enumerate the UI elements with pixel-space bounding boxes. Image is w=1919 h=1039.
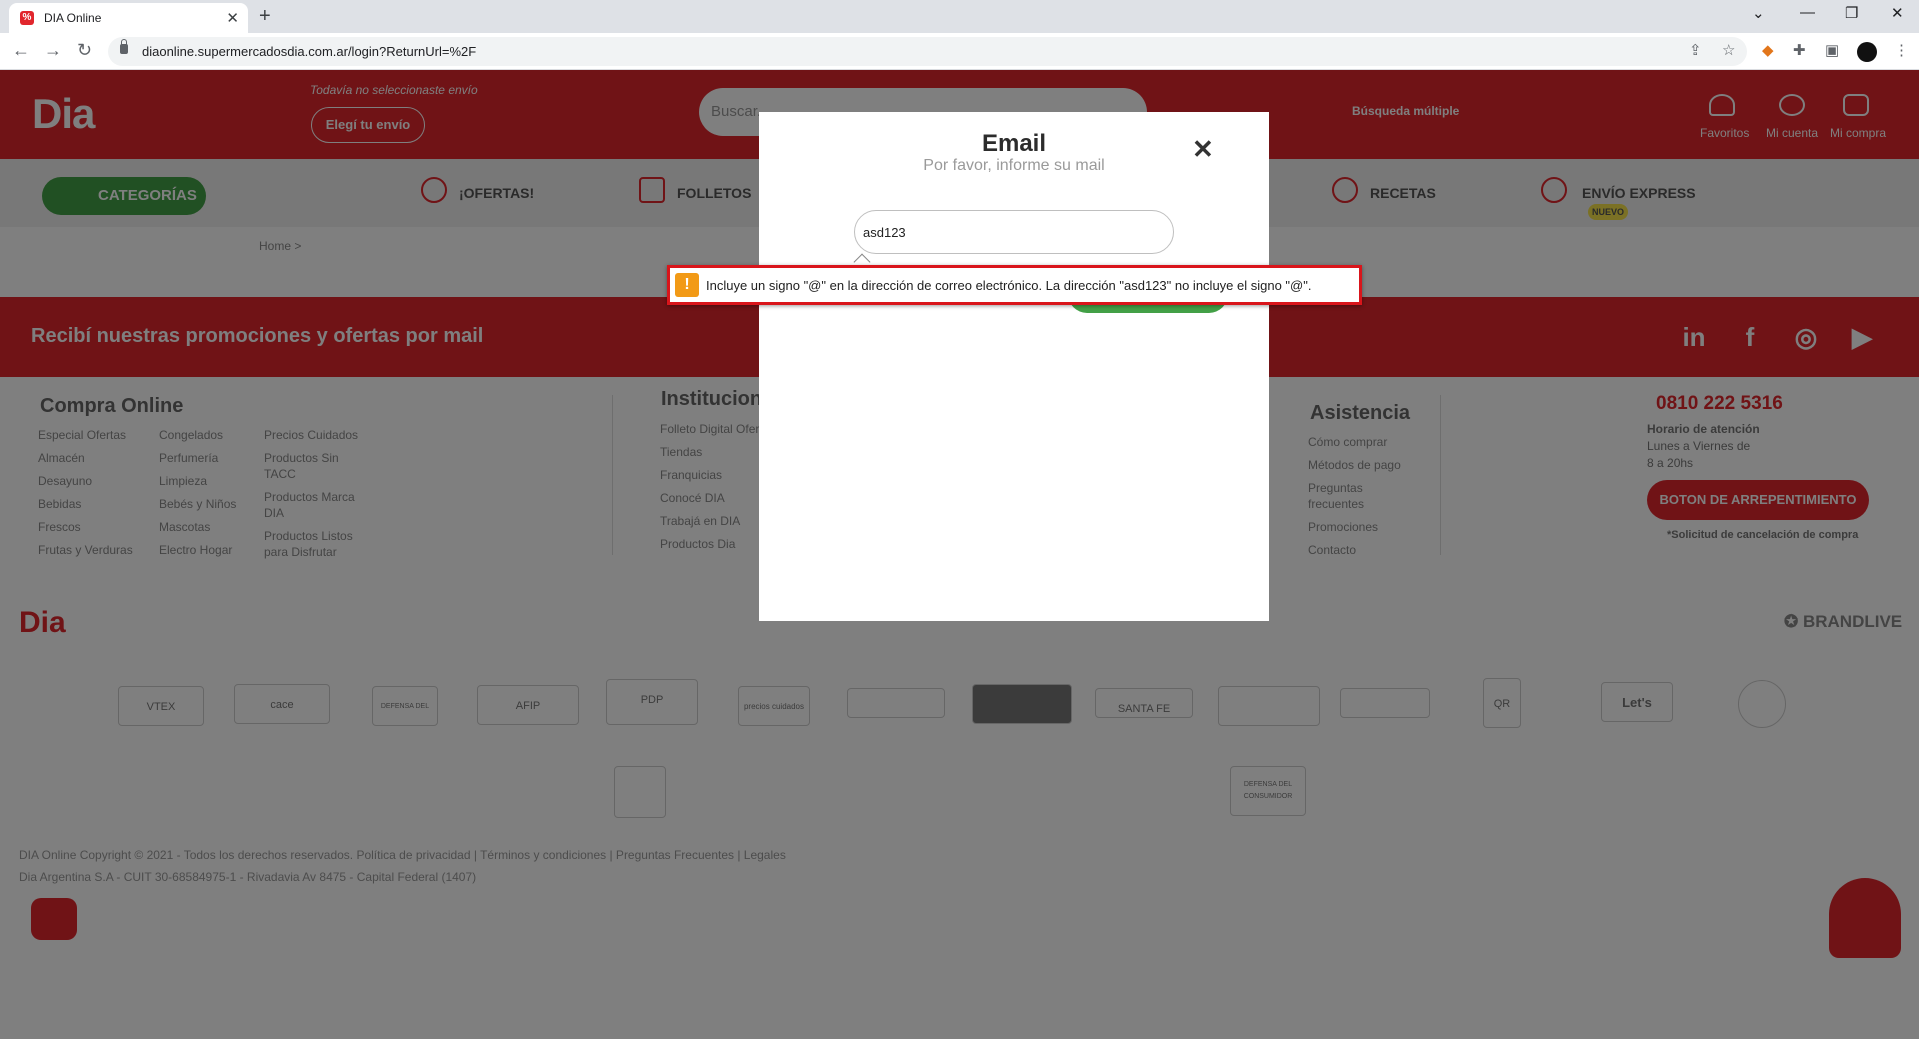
- star-icon[interactable]: ☆: [1722, 41, 1735, 59]
- new-tab-button[interactable]: +: [259, 5, 271, 28]
- close-icon[interactable]: ✕: [1192, 134, 1214, 165]
- url-text: diaonline.supermercadosdia.com.ar/login?…: [142, 44, 477, 59]
- extensions-icon[interactable]: ✚: [1793, 41, 1806, 59]
- lock-icon[interactable]: [120, 39, 128, 54]
- browser-toolbar: ← → ↻ diaonline.supermercadosdia.com.ar/…: [0, 33, 1919, 70]
- sidepanel-icon[interactable]: ▣: [1825, 41, 1839, 59]
- address-bar[interactable]: diaonline.supermercadosdia.com.ar/login?…: [108, 37, 1747, 66]
- email-field[interactable]: [854, 210, 1174, 254]
- tab-title: DIA Online: [44, 11, 102, 25]
- metamask-icon[interactable]: ◆: [1762, 41, 1774, 59]
- window-close-icon[interactable]: ✕: [1891, 4, 1904, 22]
- profile-avatar[interactable]: [1857, 42, 1877, 62]
- tab-close-icon[interactable]: ✕: [226, 9, 239, 27]
- dia-favicon-icon: %: [20, 11, 34, 25]
- browser-tab[interactable]: % DIA Online ✕: [9, 3, 248, 33]
- validation-tooltip: ! Incluye un signo "@" en la dirección d…: [667, 265, 1362, 305]
- warning-icon: !: [675, 273, 699, 297]
- minimize-icon[interactable]: —: [1800, 4, 1815, 21]
- reload-icon[interactable]: ↻: [77, 40, 92, 61]
- validation-message: Incluye un signo "@" en la dirección de …: [706, 278, 1312, 293]
- back-icon[interactable]: ←: [12, 40, 30, 61]
- tab-search-icon[interactable]: ⌄: [1752, 4, 1765, 22]
- restore-icon[interactable]: ❐: [1845, 4, 1858, 22]
- browser-tabbar: % DIA Online ✕ + ⌄ — ❐ ✕: [0, 0, 1919, 33]
- share-icon[interactable]: ⇪: [1689, 41, 1702, 59]
- email-modal: Email Por favor, informe su mail ✕: [759, 112, 1269, 621]
- menu-icon[interactable]: ⋮: [1894, 41, 1909, 59]
- forward-icon[interactable]: →: [44, 40, 62, 61]
